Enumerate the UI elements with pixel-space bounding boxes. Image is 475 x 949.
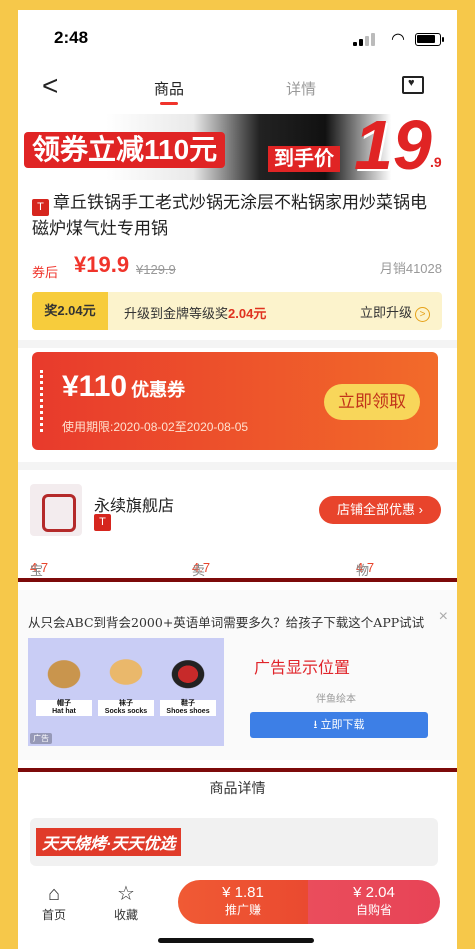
promote-label: 推广赚 [224,903,261,917]
close-icon[interactable]: × [439,608,448,626]
home-icon: ⌂ [47,883,61,905]
download-label: 立即下载 [320,719,365,731]
price-row: 券后 ¥19.9 ¥129.9 月销41028 [32,250,442,280]
ad-title[interactable]: 从只会ABC到背会2000+英语单词需要多久？给孩子下载这个APP试试 [28,612,424,631]
score-description: 宝贝描述 4.7 [30,560,48,635]
ad-item-socks: 袜子 Socks socks [98,650,154,722]
ad-brand: 伴鱼绘本 [316,694,356,705]
reward-text-prefix: 升级到金牌等级奖 [124,306,229,321]
ad-item-cn: 鞋子 [181,700,195,707]
wifi-icon: ◠ [391,31,405,48]
home-button[interactable]: ⌂ 首页 [34,882,74,923]
ad-item-label: 袜子 Socks socks [98,700,154,716]
score-service: 卖家服务 4.7 [192,560,210,635]
promo-text: 天天烧烤·天天优选 [36,828,182,856]
ad-item-en: Hat hat [52,708,76,715]
reward-amount: 2.04元 [228,306,267,321]
status-bar: 2:48 ◠ [18,10,457,62]
bottom-bar: ⌂ 首页 ☆ 收藏 ¥ 1.81 推广赚 ¥ 2.04 自购省 [18,872,457,949]
divider [18,340,457,348]
tab-details[interactable]: 详情 [286,78,316,99]
coupon-amount: ¥110 优惠券 [62,370,185,404]
claim-coupon-button[interactable]: 立即领取 [324,384,420,420]
reward-text: 升级到金牌等级奖2.04元 [124,303,266,322]
store-offers-button[interactable]: 店铺全部优惠 › [319,496,441,524]
coupon-card: ¥110 优惠券 使用期限:2020-08-02至2020-08-05 立即领取 [32,352,438,450]
ad-image[interactable]: 帽子 Hat hat 袜子 Socks socks 鞋子 Shoes shoes 广告 [28,638,224,746]
ad-item-hat: 帽子 Hat hat [36,650,92,722]
tmall-icon: T [32,199,49,216]
chevron-right-icon: > [415,307,430,322]
promo-banner: 领券立减110元 到手价 19 .9 [18,114,457,180]
home-indicator[interactable] [158,938,314,943]
ad-item-en: Shoes shoes [166,708,210,715]
coupon-period: 使用期限:2020-08-02至2020-08-05 [62,420,249,434]
banner-price-decimal: .9 [430,154,442,170]
tmall-icon: T [94,514,111,531]
back-icon[interactable]: < [42,72,58,100]
home-label: 首页 [41,908,66,922]
coupon-notch [40,370,46,432]
favorite-folder-icon[interactable] [402,76,424,94]
top-nav: < 商品 详情 [18,62,457,114]
collect-button[interactable]: ☆ 收藏 [106,882,146,923]
tab-product[interactable]: 商品 [154,78,184,105]
ad-item-label: 鞋子 Shoes shoes [160,700,216,716]
self-buy-label: 自购省 [355,903,392,917]
star-icon: ☆ [117,883,135,905]
current-price: ¥19.9 [74,252,130,277]
banner-coupon-text: 领券立减110元 [24,132,226,168]
banner-final-label: 到手价 [268,146,340,172]
signal-icon [353,32,375,46]
after-coupon-label: 券后 [32,265,59,280]
coupon-amount-value: ¥110 [62,370,128,403]
phone-screen: 2:48 ◠ < 商品 详情 领券立减110元 到手价 19 .9 T章丘铁锅手… [18,10,457,949]
upgrade-label: 立即升级 [359,305,412,320]
upgrade-button[interactable]: 立即升级 > [360,302,430,322]
collect-label: 收藏 [113,908,138,922]
promote-earn-button[interactable]: ¥ 1.81 推广赚 [178,880,308,924]
ad-item-cn: 帽子 [57,700,71,707]
ad-item-cn: 袜子 [119,700,133,707]
battery-icon [415,33,444,46]
detail-promo-image: 天天烧烤·天天优选 [30,818,438,866]
self-buy-value: ¥ 2.04 [353,884,395,901]
ad-container: 从只会ABC到背会2000+英语单词需要多久？给孩子下载这个APP试试 × 帽子… [18,578,457,772]
promote-value: ¥ 1.81 [222,884,264,901]
detail-heading: 商品详情 [209,780,266,796]
reward-tag: 奖2.04元 [32,292,108,330]
banner-price: 19 [354,114,432,180]
hat-icon [36,650,92,694]
original-price: ¥129.9 [136,262,176,277]
download-button[interactable]: ⭳ 立即下载 [250,712,428,738]
action-pill: ¥ 1.81 推广赚 ¥ 2.04 自购省 [178,880,440,924]
ad-item-label: 帽子 Hat hat [36,700,92,716]
ad-tag: 广告 [30,733,52,744]
ad-item-en: Socks socks [104,708,148,715]
ad-card[interactable]: 从只会ABC到背会2000+英语单词需要多久？给孩子下载这个APP试试 × 帽子… [18,590,457,760]
store-logo[interactable] [30,484,82,536]
store-section: 永续旗舰店 T 店铺全部优惠 › 宝贝描述 4.7 卖家服务 4.7 物流服务 … [18,470,457,635]
score-logistics: 物流服务 4.7 [356,560,374,635]
ad-placeholder-text: 广告显示位置 [254,660,351,677]
socks-icon [98,650,154,694]
ad-item-shoes: 鞋子 Shoes shoes [160,650,216,722]
product-title-text: 章丘铁锅手工老式炒锅无涂层不粘锅家用炒菜锅电磁炉煤气灶专用锅 [32,193,427,238]
self-buy-button[interactable]: ¥ 2.04 自购省 [308,880,440,924]
shoes-icon [160,650,216,694]
monthly-sales: 月销41028 [379,261,442,276]
divider [18,462,457,470]
product-title: T 章丘铁锅手工老式炒锅无涂层不粘锅家用炒菜锅电磁炉煤气灶专用锅 [32,190,442,242]
reward-bar[interactable]: 奖2.04元 升级到金牌等级奖2.04元 立即升级 > [32,292,442,330]
coupon-label: 优惠券 [131,380,186,400]
status-time: 2:48 [54,28,89,47]
store-name[interactable]: 永续旗舰店 [94,492,174,516]
